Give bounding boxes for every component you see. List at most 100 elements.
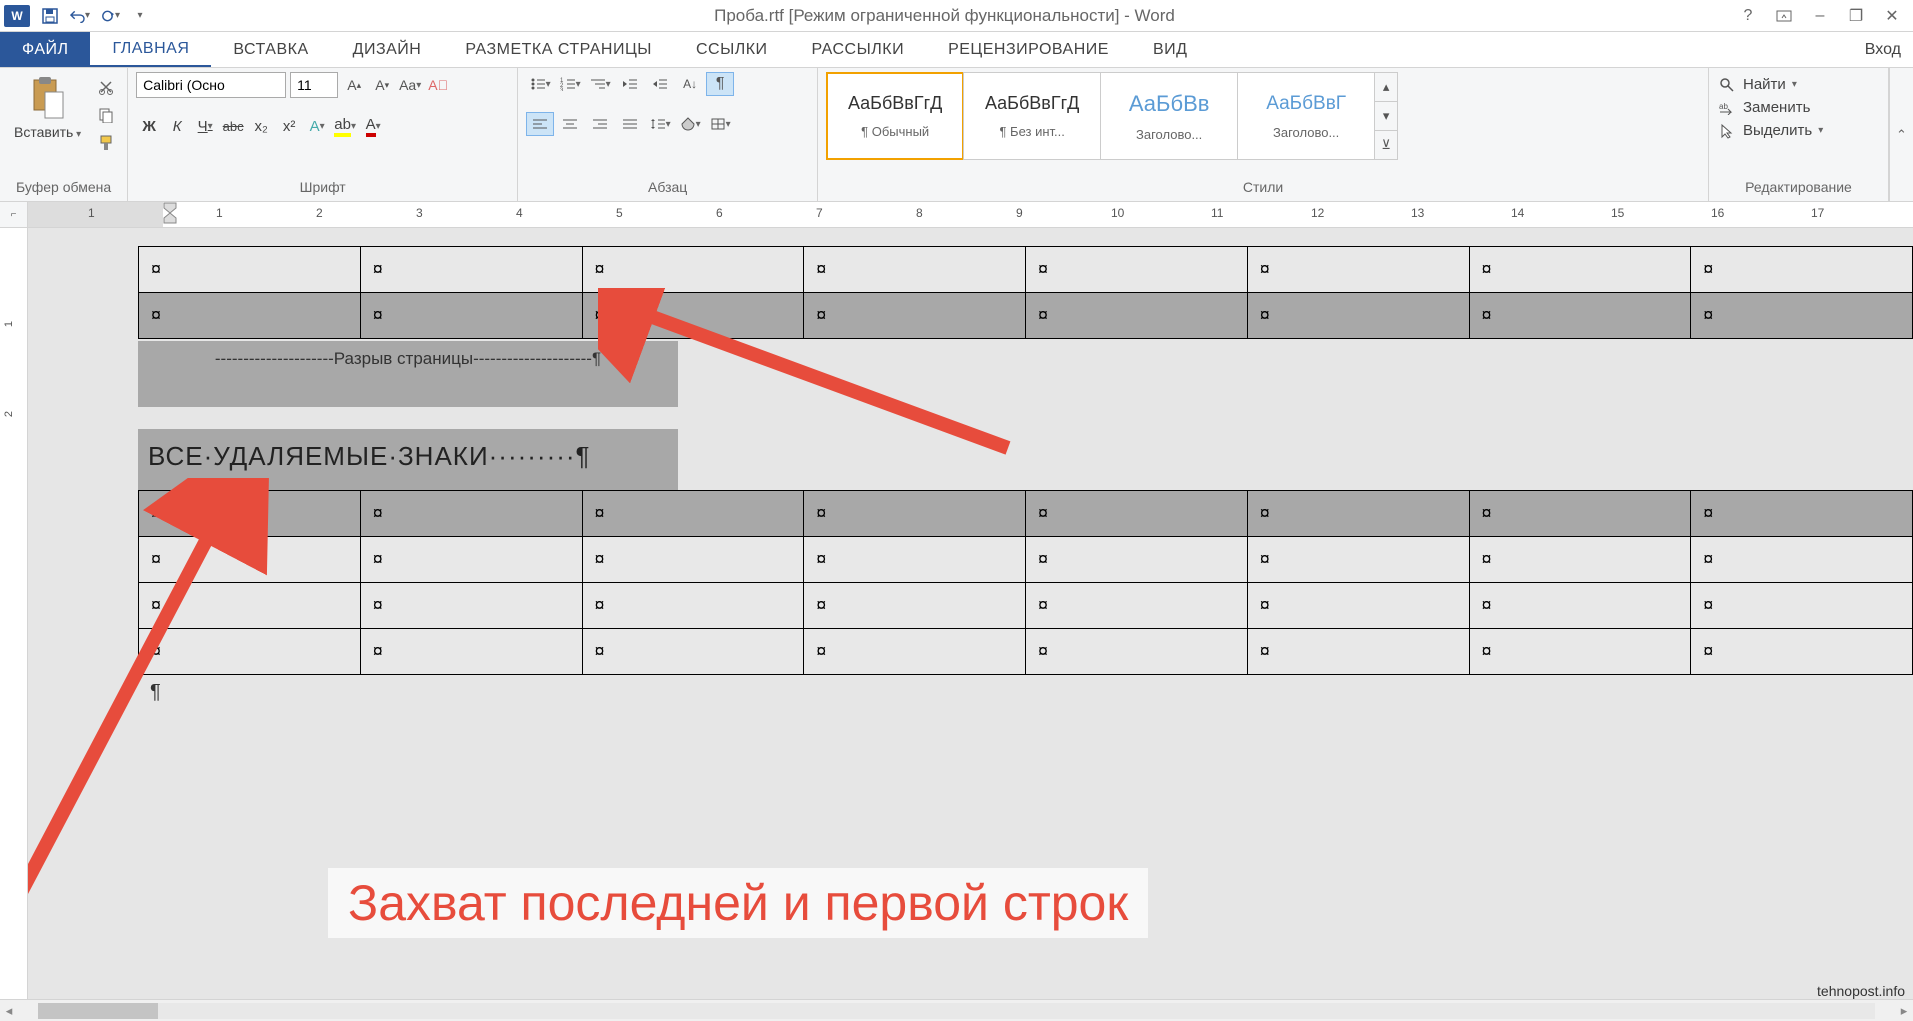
horizontal-ruler-row: ⌐ 1 1 2 3 4 5 6 7 8 9 10 11 12 13 14 15 …: [0, 202, 1913, 228]
table-1[interactable]: ¤¤¤¤¤¤¤¤ ¤¤¤¤¤¤¤¤: [138, 246, 1913, 339]
show-marks-icon[interactable]: ¶: [706, 72, 734, 96]
highlight-icon[interactable]: ab: [332, 114, 358, 138]
sort-icon[interactable]: A↓: [676, 72, 704, 96]
change-case-icon[interactable]: Aa: [398, 73, 422, 97]
format-painter-icon[interactable]: [93, 132, 119, 154]
find-icon: [1717, 77, 1737, 93]
style-heading1[interactable]: АаБбВв Заголово...: [1100, 72, 1238, 160]
align-right-icon[interactable]: [586, 112, 614, 136]
replace-icon: ab: [1717, 101, 1737, 115]
line-spacing-icon[interactable]: [646, 112, 674, 136]
table-row[interactable]: ¤¤¤¤¤¤¤¤: [139, 537, 1913, 583]
copy-icon[interactable]: [93, 104, 119, 126]
undo-icon[interactable]: [70, 6, 90, 26]
align-center-icon[interactable]: [556, 112, 584, 136]
scrollbar-thumb[interactable]: [38, 1003, 158, 1019]
document-page[interactable]: ¤¤¤¤¤¤¤¤ ¤¤¤¤¤¤¤¤ ---------------------Р…: [28, 228, 1913, 999]
quick-access-toolbar: ▾: [40, 6, 150, 26]
paste-button[interactable]: Вставить: [8, 72, 87, 142]
find-button[interactable]: Найти: [1717, 76, 1823, 93]
selected-text[interactable]: ВСЕ·УДАЛЯЕМЫЕ·ЗНАКИ·········¶: [138, 429, 678, 490]
table-row[interactable]: ¤¤¤¤¤¤¤¤: [139, 629, 1913, 675]
help-icon[interactable]: ?: [1739, 7, 1757, 25]
align-justify-icon[interactable]: [616, 112, 644, 136]
qat-customize-icon[interactable]: ▾: [130, 6, 150, 26]
minimize-icon[interactable]: –: [1811, 7, 1829, 25]
bold-button[interactable]: Ж: [136, 114, 162, 138]
tab-insert[interactable]: ВСТАВКА: [211, 32, 330, 67]
style-heading2[interactable]: АаБбВвГ Заголово...: [1237, 72, 1375, 160]
font-name-combobox[interactable]: Calibri (Осно: [136, 72, 286, 98]
page-break-marker[interactable]: ---------------------Разрыв страницы----…: [138, 341, 678, 377]
font-color-icon[interactable]: A: [360, 114, 386, 138]
styles-gallery-more: ▴ ▾ ⊻: [1374, 72, 1398, 160]
increase-indent-icon[interactable]: [646, 72, 674, 96]
grow-font-icon[interactable]: A▴: [342, 73, 366, 97]
shrink-font-icon[interactable]: A▾: [370, 73, 394, 97]
cut-icon[interactable]: [93, 76, 119, 98]
underline-button[interactable]: Ч: [192, 114, 218, 138]
styles-scroll-down-icon[interactable]: ▾: [1375, 102, 1397, 131]
bullets-icon[interactable]: [526, 72, 554, 96]
vertical-ruler[interactable]: 1 2: [0, 228, 28, 999]
decrease-indent-icon[interactable]: [616, 72, 644, 96]
svg-text:3: 3: [560, 88, 564, 91]
table-row[interactable]: ¤¤¤¤¤¤¤¤: [139, 293, 1913, 339]
group-label-paragraph: Абзац: [526, 175, 809, 201]
borders-icon[interactable]: [706, 112, 734, 136]
ribbon-tabs: ФАЙЛ ГЛАВНАЯ ВСТАВКА ДИЗАЙН РАЗМЕТКА СТР…: [0, 32, 1913, 68]
clear-formatting-icon[interactable]: A⃠: [426, 73, 450, 97]
strikethrough-button[interactable]: abc: [220, 114, 246, 138]
annotation-label: Захват последней и первой строк: [328, 868, 1148, 938]
save-icon[interactable]: [40, 6, 60, 26]
collapse-ribbon-icon[interactable]: ⌃: [1889, 68, 1913, 201]
table-row[interactable]: ¤¤¤¤¤¤¤¤: [139, 491, 1913, 537]
style-no-spacing[interactable]: АаБбВвГгД ¶ Без инт...: [963, 72, 1101, 160]
tab-layout[interactable]: РАЗМЕТКА СТРАНИЦЫ: [443, 32, 674, 67]
tab-home[interactable]: ГЛАВНАЯ: [90, 32, 211, 67]
tab-references[interactable]: ССЫЛКИ: [674, 32, 790, 67]
replace-button[interactable]: ab Заменить: [1717, 99, 1823, 116]
sign-in-link[interactable]: Вход: [1853, 32, 1913, 67]
horizontal-scrollbar[interactable]: ◂ ▸ tehnopost.info: [0, 999, 1913, 1021]
watermark: tehnopost.info: [1817, 983, 1905, 999]
group-label-clipboard: Буфер обмена: [8, 175, 119, 201]
maximize-icon[interactable]: ❐: [1847, 7, 1865, 25]
word-app-icon: W: [4, 5, 30, 27]
style-normal[interactable]: АаБбВвГгД ¶ Обычный: [826, 72, 964, 160]
svg-text:ab: ab: [1719, 102, 1728, 111]
text-effects-icon[interactable]: A: [304, 114, 330, 138]
redo-icon[interactable]: [100, 6, 120, 26]
paste-icon: [29, 74, 67, 122]
group-label-editing: Редактирование: [1717, 175, 1880, 201]
titlebar: W ▾ Проба.rtf [Режим ограниченной функци…: [0, 0, 1913, 32]
multilevel-list-icon[interactable]: [586, 72, 614, 96]
table-row[interactable]: ¤¤¤¤¤¤¤¤: [139, 583, 1913, 629]
shading-icon[interactable]: [676, 112, 704, 136]
table-2[interactable]: ¤¤¤¤¤¤¤¤ ¤¤¤¤¤¤¤¤ ¤¤¤¤¤¤¤¤ ¤¤¤¤¤¤¤¤: [138, 490, 1913, 675]
group-label-font: Шрифт: [136, 175, 509, 201]
close-icon[interactable]: ✕: [1883, 7, 1901, 25]
indent-marker-icon[interactable]: [163, 202, 177, 224]
tab-design[interactable]: ДИЗАЙН: [331, 32, 444, 67]
table-row[interactable]: ¤¤¤¤¤¤¤¤: [139, 247, 1913, 293]
tab-review[interactable]: РЕЦЕНЗИРОВАНИЕ: [926, 32, 1131, 67]
tab-file[interactable]: ФАЙЛ: [0, 32, 90, 67]
horizontal-ruler[interactable]: 1 1 2 3 4 5 6 7 8 9 10 11 12 13 14 15 16…: [28, 202, 1913, 227]
font-size-combobox[interactable]: 11: [290, 72, 338, 98]
styles-expand-icon[interactable]: ⊻: [1375, 131, 1397, 159]
tab-mailings[interactable]: РАССЫЛКИ: [790, 32, 927, 67]
styles-scroll-up-icon[interactable]: ▴: [1375, 73, 1397, 102]
tab-view[interactable]: ВИД: [1131, 32, 1210, 67]
numbering-icon[interactable]: 123: [556, 72, 584, 96]
ribbon-options-icon[interactable]: [1775, 7, 1793, 25]
align-left-icon[interactable]: [526, 112, 554, 136]
italic-button[interactable]: К: [164, 114, 190, 138]
select-button[interactable]: Выделить: [1717, 122, 1823, 139]
paragraph-mark[interactable]: ¶: [138, 675, 1913, 710]
group-paragraph: 123 A↓ ¶ Абзац: [518, 68, 818, 201]
ruler-corner: ⌐: [0, 202, 28, 227]
superscript-button[interactable]: x²: [276, 114, 302, 138]
subscript-button[interactable]: x₂: [248, 114, 274, 138]
window-controls: ? – ❐ ✕: [1739, 7, 1901, 25]
